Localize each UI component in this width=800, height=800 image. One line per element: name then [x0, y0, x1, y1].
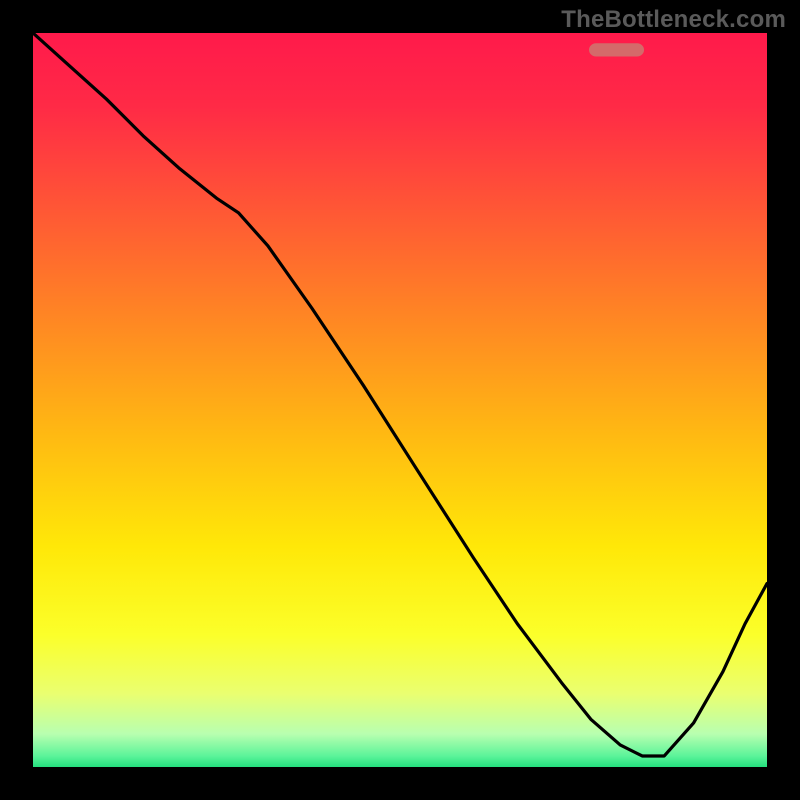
- plot-area: [33, 33, 767, 767]
- marker-pill: [589, 43, 644, 56]
- chart-frame: TheBottleneck.com: [0, 0, 800, 800]
- watermark-text: TheBottleneck.com: [561, 6, 786, 34]
- gradient-background: [33, 33, 767, 767]
- chart-svg: [33, 33, 767, 767]
